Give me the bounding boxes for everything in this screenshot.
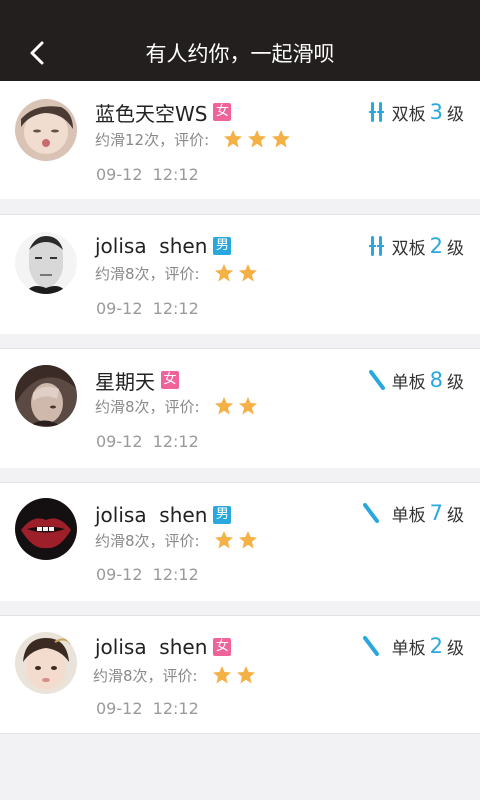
star-icon (212, 666, 231, 684)
ride-count: 约滑12次，评价: (95, 130, 210, 149)
user-name: jolisa shen (95, 635, 208, 659)
meta-row: 约滑8次，评价: (95, 529, 262, 551)
list-item[interactable]: 星期天 女 约滑8次，评价: 09-12 12:12 单板 8 级 (0, 348, 480, 468)
skill-level: 单板 8 级 (368, 366, 464, 394)
star-icon (238, 397, 257, 415)
star-icon (248, 130, 267, 148)
board-type: 单板 (391, 638, 426, 659)
skill-level: 双板 3 级 (368, 98, 464, 126)
star-icon (238, 264, 257, 282)
gender-badge: 女 (213, 103, 232, 121)
avatar[interactable] (15, 632, 77, 694)
rating-stars (223, 129, 295, 149)
ski-icon (368, 236, 384, 256)
name-row: jolisa shen 男 (95, 231, 232, 261)
level-number: 8 (429, 368, 443, 392)
divider (0, 348, 480, 349)
star-icon (214, 264, 233, 282)
rating-stars (212, 665, 260, 685)
name-row: 蓝色天空WS 女 (95, 97, 232, 127)
ride-count: 约滑8次，评价: (95, 531, 200, 550)
avatar[interactable] (15, 365, 77, 427)
page-title: 有人约你，一起滑呗 (145, 42, 335, 66)
list-item[interactable]: jolisa shen 男 约滑8次，评价: 09-12 12:12 单板 7 … (0, 482, 480, 601)
avatar[interactable] (15, 498, 77, 560)
user-name: jolisa shen (95, 503, 208, 527)
header-bar: 有人约你，一起滑呗 (0, 0, 480, 81)
ride-count: 约滑8次，评价: (95, 264, 200, 283)
level-number: 2 (429, 634, 443, 658)
ride-count: 约滑8次，评价: (95, 397, 200, 416)
star-icon (224, 130, 243, 148)
skill-level: 双板 2 级 (368, 232, 464, 260)
divider (0, 615, 480, 616)
level-unit: 级 (447, 104, 464, 125)
list-item[interactable]: jolisa shen 女 约滑8次，评价: 09-12 12:12 单板 2 … (0, 615, 480, 734)
level-number: 3 (429, 100, 443, 124)
user-name: 星期天 (95, 369, 155, 394)
star-icon (214, 397, 233, 415)
request-time: 09-12 12:12 (96, 165, 199, 184)
name-row: jolisa shen 女 (95, 632, 232, 662)
level-unit: 级 (447, 238, 464, 259)
rating-stars (214, 396, 262, 416)
ski-icon (368, 102, 384, 122)
rating-stars (214, 530, 262, 550)
board-type: 双板 (391, 238, 426, 259)
gender-badge: 男 (213, 506, 232, 524)
request-time: 09-12 12:12 (96, 299, 199, 318)
level-unit: 级 (447, 638, 464, 659)
snowboard-icon (368, 370, 385, 390)
gender-badge: 女 (161, 371, 179, 389)
meta-row: 约滑8次，评价: (95, 395, 262, 417)
rating-stars (214, 263, 262, 283)
snowboard-icon (362, 636, 379, 656)
snowboard-icon (362, 503, 379, 523)
list-item[interactable]: 蓝色天空WS 女 约滑12次，评价: 09-12 12:12 双板 3 级 (0, 81, 480, 199)
star-icon (238, 531, 257, 549)
user-name: 蓝色天空WS (95, 101, 208, 126)
request-time: 09-12 12:12 (96, 699, 199, 718)
meta-row: 约滑8次，评价: (93, 664, 260, 686)
gender-badge: 男 (213, 237, 232, 255)
board-type: 单板 (391, 505, 426, 526)
request-time: 09-12 12:12 (96, 565, 199, 584)
meta-row: 约滑12次，评价: (95, 128, 295, 150)
board-type: 双板 (391, 104, 426, 125)
skill-level: 单板 7 级 (362, 499, 464, 527)
name-row: 星期天 女 (95, 365, 179, 395)
ride-count: 约滑8次，评价: (93, 666, 198, 685)
star-icon (272, 130, 291, 148)
level-unit: 级 (447, 372, 464, 393)
request-time: 09-12 12:12 (96, 432, 199, 451)
divider (0, 482, 480, 483)
level-unit: 级 (447, 505, 464, 526)
level-number: 2 (429, 234, 443, 258)
user-name: jolisa shen (95, 234, 208, 258)
list-item[interactable]: jolisa shen 男 约滑8次，评价: 09-12 12:12 双板 2 … (0, 214, 480, 334)
gender-badge: 女 (213, 638, 232, 656)
board-type: 单板 (391, 372, 426, 393)
level-number: 7 (429, 501, 443, 525)
skill-level: 单板 2 级 (362, 632, 464, 660)
star-icon (236, 666, 255, 684)
divider (0, 214, 480, 215)
avatar[interactable] (15, 99, 77, 161)
star-icon (214, 531, 233, 549)
divider (0, 733, 480, 734)
meta-row: 约滑8次，评价: (95, 262, 262, 284)
name-row: jolisa shen 男 (95, 500, 232, 530)
avatar[interactable] (15, 232, 77, 294)
